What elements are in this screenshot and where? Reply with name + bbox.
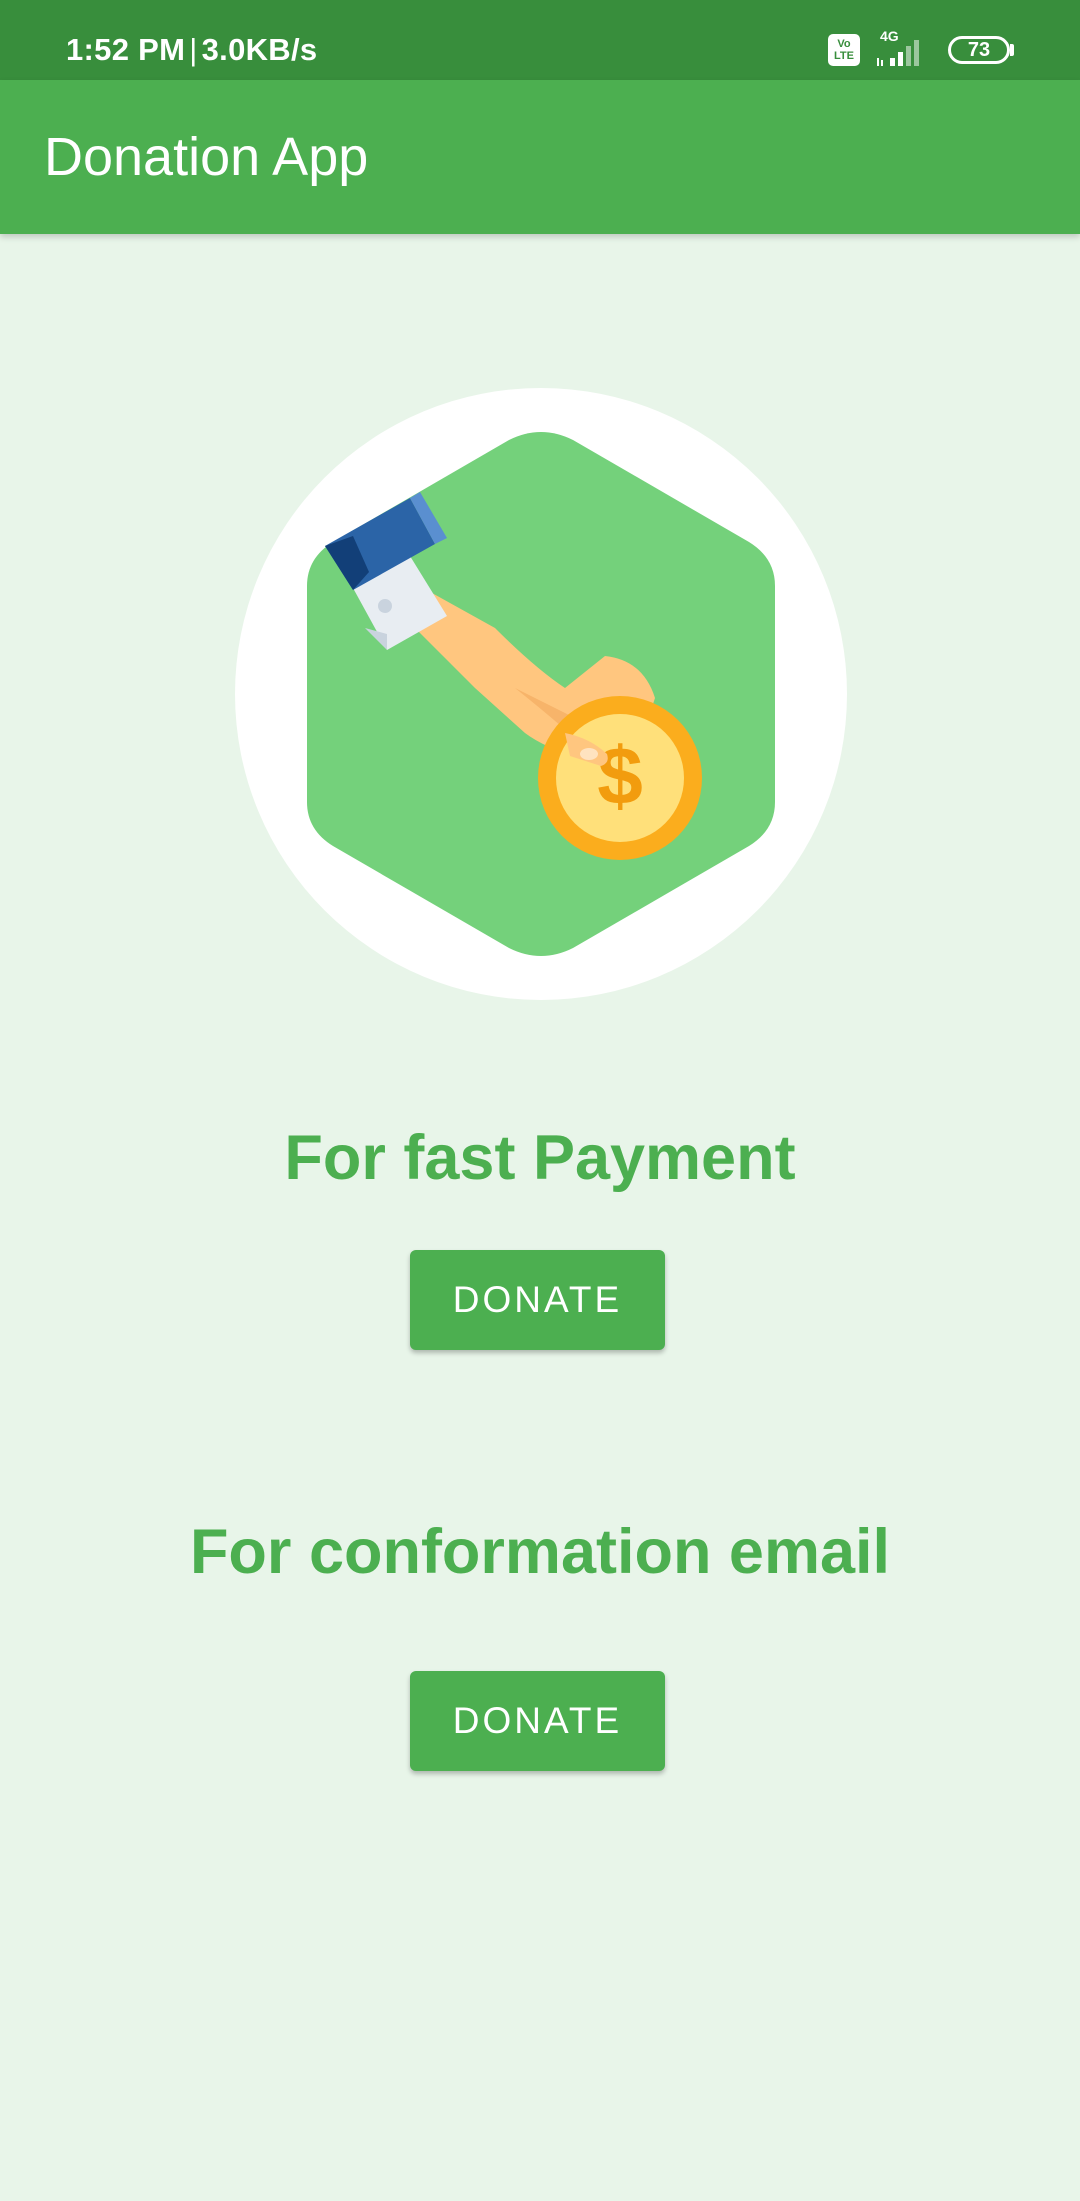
app-title: Donation App [44, 127, 369, 187]
svg-text:$: $ [597, 731, 643, 822]
network-speed: 3.0KB/s [201, 32, 318, 67]
confirmation-email-heading: For conformation email [189, 1517, 891, 1587]
battery-nub [1010, 44, 1014, 56]
volte-icon: Vo LTE [828, 34, 860, 66]
status-bar: 1:52 PM | 3.0KB/s Vo LTE 4G 73 [0, 0, 1080, 80]
fast-payment-heading: For fast Payment [284, 1123, 796, 1193]
battery-icon: 73 [948, 36, 1010, 64]
donate-fast-payment-button[interactable]: DONATE [410, 1250, 665, 1350]
status-time: 1:52 PM [66, 32, 186, 67]
app-bar: Donation App [0, 80, 1080, 234]
donate-confirmation-email-button[interactable]: DONATE [410, 1671, 665, 1771]
hand-giving-coin-icon: $ [235, 388, 847, 1000]
status-separator: | [189, 32, 198, 67]
network-type-label: 4G [880, 28, 899, 44]
